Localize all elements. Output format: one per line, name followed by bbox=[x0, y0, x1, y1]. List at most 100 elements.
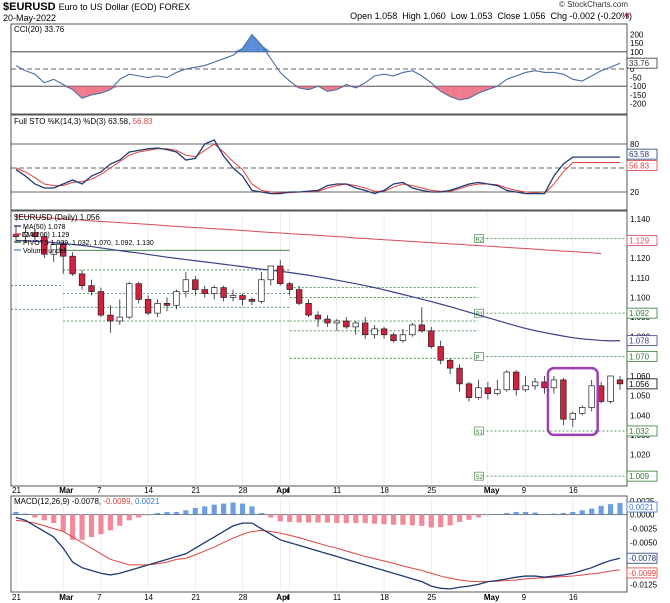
price-panel-frame bbox=[10, 210, 628, 487]
macd-tick-label: -0.0025 bbox=[630, 525, 658, 534]
chart-canvas: R2R1PS1S2 200150100500-50-100-150-20033.… bbox=[10, 23, 658, 602]
macd-histogram-bar bbox=[400, 514, 406, 525]
cci-value-tag: 33.76 bbox=[629, 59, 650, 68]
candle bbox=[465, 383, 473, 398]
macd-histogram-bar bbox=[428, 514, 434, 528]
x-tick-label-bottom: Mar bbox=[59, 593, 73, 602]
macd-histogram-bar bbox=[570, 511, 576, 515]
x-tick-label: 4 bbox=[286, 486, 291, 495]
price-value-tag: 1.078 bbox=[629, 337, 650, 346]
candle bbox=[229, 295, 237, 298]
x-tick-label-bottom: 4 bbox=[286, 593, 291, 602]
price-value-tag: 1.070 bbox=[629, 352, 650, 361]
candle bbox=[97, 291, 105, 316]
cci-oversold-fill bbox=[459, 86, 469, 100]
macd-signal-tag: -0.0099 bbox=[629, 569, 657, 578]
pivot-label-s1: S1 bbox=[475, 430, 483, 436]
macd-histogram-bar bbox=[239, 503, 246, 515]
x-tick-label: 25 bbox=[427, 486, 436, 495]
x-tick-label-bottom: 25 bbox=[427, 593, 436, 602]
x-tick-label-bottom: 7 bbox=[97, 593, 102, 602]
sto-panel-label: Full STO %K(14,3) %D(3) 63.58, 56.83 bbox=[14, 117, 153, 126]
candle bbox=[267, 265, 274, 281]
macd-histogram-bar bbox=[532, 512, 538, 515]
candle bbox=[201, 289, 208, 294]
macd-histogram-bar bbox=[192, 508, 198, 515]
macd-histogram-bar bbox=[22, 513, 29, 515]
candle bbox=[352, 322, 359, 328]
x-tick-label: 9 bbox=[522, 486, 527, 495]
macd-histogram-bar bbox=[334, 514, 340, 524]
price-value-tag: 1.009 bbox=[629, 472, 650, 481]
candle bbox=[258, 279, 265, 302]
macd-panel-frame bbox=[10, 495, 628, 593]
candle bbox=[116, 316, 123, 322]
candle bbox=[192, 279, 199, 290]
macd-histogram-bar bbox=[551, 513, 557, 515]
price-tick-label: 1.100 bbox=[630, 293, 651, 302]
candle bbox=[503, 371, 510, 391]
candle bbox=[305, 302, 312, 316]
x-tick-label-bottom: 21 bbox=[191, 593, 200, 602]
macd-histogram-bar bbox=[296, 514, 302, 523]
macd-histogram-bar bbox=[324, 514, 331, 523]
sto-k-label: Full STO %K(14,3) %D(3) 63.58, bbox=[14, 117, 130, 126]
candle bbox=[409, 324, 416, 336]
x-tick-label-bottom: 28 bbox=[239, 593, 248, 602]
candle bbox=[277, 265, 284, 285]
macd-histogram-bar bbox=[145, 514, 151, 516]
macd-histogram-bar bbox=[60, 514, 66, 532]
candle bbox=[579, 407, 586, 414]
candle bbox=[182, 279, 190, 292]
price-value-tag: 1.092 bbox=[629, 309, 650, 318]
macd-histogram-bar bbox=[390, 514, 397, 525]
macd-tick-label: -0.0050 bbox=[630, 539, 658, 548]
candle bbox=[380, 328, 388, 336]
price-value-tag: 1.056 bbox=[629, 380, 650, 389]
x-tick-label-bottom: 16 bbox=[569, 593, 578, 602]
cci-tick-label: -200 bbox=[630, 99, 647, 108]
candle bbox=[154, 302, 161, 314]
macd-histogram-bar bbox=[126, 514, 132, 521]
candle bbox=[484, 387, 492, 395]
macd-histogram-bar bbox=[258, 513, 264, 515]
macd-histogram-bar bbox=[173, 511, 180, 515]
candle bbox=[513, 371, 520, 391]
macd-histogram-bar bbox=[353, 514, 359, 524]
legend-entry: MA(50) 1.078 bbox=[23, 224, 66, 231]
macd-histogram-bar bbox=[607, 504, 614, 515]
macd-panel-label: MACD(12,26,9) -0.0078, -0.0099, 0.0021 bbox=[14, 497, 160, 506]
x-tick-label: 16 bbox=[569, 486, 578, 495]
macd-histogram-bar bbox=[560, 513, 566, 515]
macd-histogram-bar bbox=[513, 511, 519, 515]
macd-histogram-bar bbox=[504, 513, 510, 515]
macd-histogram-bar bbox=[88, 514, 95, 538]
candle bbox=[107, 314, 114, 322]
candle bbox=[456, 367, 463, 385]
candle bbox=[78, 273, 86, 287]
x-tick-label: 21 bbox=[12, 486, 21, 495]
pivot-label-s2: S2 bbox=[475, 475, 483, 481]
macd-histogram-bar bbox=[315, 514, 321, 523]
macd-histogram-bar bbox=[589, 508, 595, 515]
candle bbox=[446, 359, 454, 369]
candle bbox=[531, 381, 539, 387]
macd-histogram-bar bbox=[107, 514, 113, 531]
pivot-label-p: P bbox=[475, 355, 479, 361]
sto-tick-label: 80 bbox=[630, 140, 639, 149]
x-tick-label-bottom: 9 bbox=[522, 593, 527, 602]
macd-histogram-bar bbox=[249, 506, 255, 515]
macd-histogram-bar bbox=[485, 514, 491, 516]
candle bbox=[569, 412, 576, 420]
candle bbox=[135, 283, 142, 300]
candle bbox=[163, 302, 171, 306]
candle bbox=[390, 334, 397, 341]
sto-panel-frame bbox=[10, 114, 628, 211]
macd-histogram-bar bbox=[13, 511, 19, 515]
price-tick-label: 1.050 bbox=[630, 392, 651, 401]
candle bbox=[437, 346, 444, 361]
macd-histogram-bar bbox=[494, 514, 500, 515]
candle bbox=[239, 295, 246, 300]
candle bbox=[428, 330, 435, 347]
candle bbox=[522, 385, 529, 391]
